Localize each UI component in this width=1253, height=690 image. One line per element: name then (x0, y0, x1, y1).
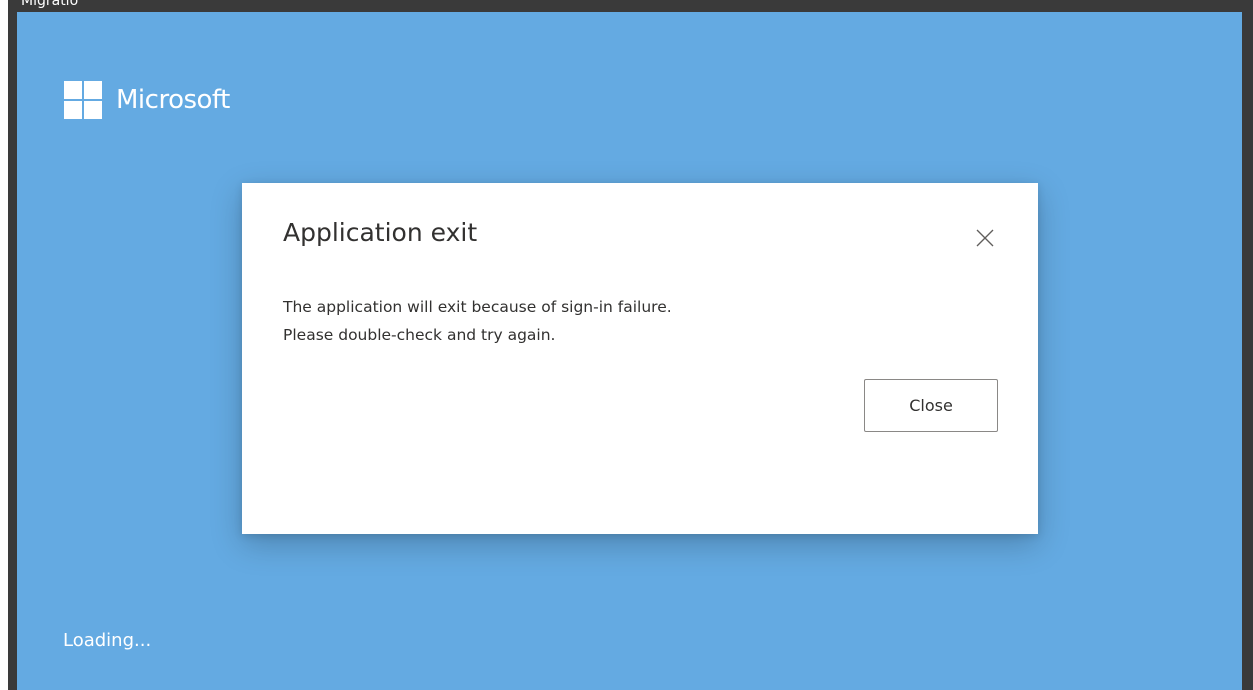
dialog-message: The application will exit because of sig… (283, 293, 672, 349)
window-title: Migratio (21, 0, 79, 9)
dialog-message-line: The application will exit because of sig… (283, 298, 672, 316)
close-icon[interactable] (972, 225, 998, 251)
dialog-message-line: Please double-check and try again. (283, 326, 556, 344)
dialog-title: Application exit (283, 218, 478, 247)
close-button[interactable]: Close (864, 379, 998, 432)
microsoft-logo: Microsoft (64, 81, 230, 119)
logo-text: Microsoft (116, 85, 230, 115)
loading-status: Loading... (63, 630, 152, 651)
application-exit-dialog: Application exit The application will ex… (242, 183, 1038, 534)
title-bar: Migratio (12, 0, 1242, 12)
microsoft-logo-icon (64, 81, 102, 119)
